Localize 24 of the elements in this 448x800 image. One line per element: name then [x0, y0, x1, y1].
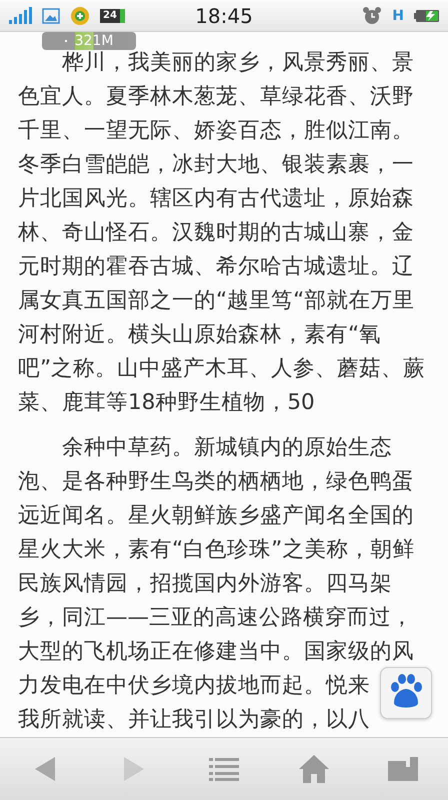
text-line: 民族风情园，招揽国内外游客。四马架	[18, 572, 392, 596]
memory-float[interactable]: 321M	[42, 32, 136, 50]
text-line: 色宜人。夏季林木葱茏、草绿花香、沃野	[18, 85, 414, 109]
text-line: 星火大米，素有“白色珍珠”之美称，朝鲜	[18, 538, 414, 562]
text-line: 乡，同江——三亚的高速公路横穿而过，	[18, 606, 413, 630]
text-line: 河村附近。横头山原始森林，素有“氧	[18, 323, 382, 347]
text-line: 余种中草药。新城镇内的原始生态	[62, 436, 392, 460]
text-line: 桦川，我美丽的家乡，风景秀丽、景	[62, 51, 414, 75]
text-line: 片北国风光。辖区内有古代遗址，原始森	[18, 187, 414, 211]
text-line: 千里、一望无际、娇姿百态，胜似江南。	[18, 119, 414, 143]
text-line: 大型的飞机场正在修建当中。国家级的风	[18, 640, 414, 664]
text-line: 远近闻名。星火朝鲜族乡盛产闻名全国的	[18, 504, 414, 528]
text-line: 我所就读、并让我引以为豪的，以八	[18, 708, 370, 732]
calendar-badge: 24	[100, 8, 125, 22]
network-type: H	[392, 8, 404, 24]
text-line: 菜、鹿茸等18种野生植物，50	[18, 391, 315, 415]
text-line: 冬季白雪皑皑，冰封大地、银装素裹，一	[18, 153, 414, 177]
text-line: 林、奇山怪石。汉魏时期的古城山寨，金	[18, 221, 414, 245]
text-line: 泡、是各种野生鸟类的栖栖地，绿色鸭蛋	[18, 470, 414, 494]
text-line: 吧”之称。山中盛产木耳、人参、蘑菇、蕨	[18, 357, 426, 381]
clock: 18:45	[195, 4, 253, 28]
text-line: 力发电在中伏乡境内拔地而起。悦来	[18, 674, 370, 698]
text-line: 属女真五国部之一的“越里笃“部就在万里	[18, 289, 414, 313]
text-line: 元时期的霍吞古城、希尔哈古城遗址。辽	[18, 255, 414, 279]
